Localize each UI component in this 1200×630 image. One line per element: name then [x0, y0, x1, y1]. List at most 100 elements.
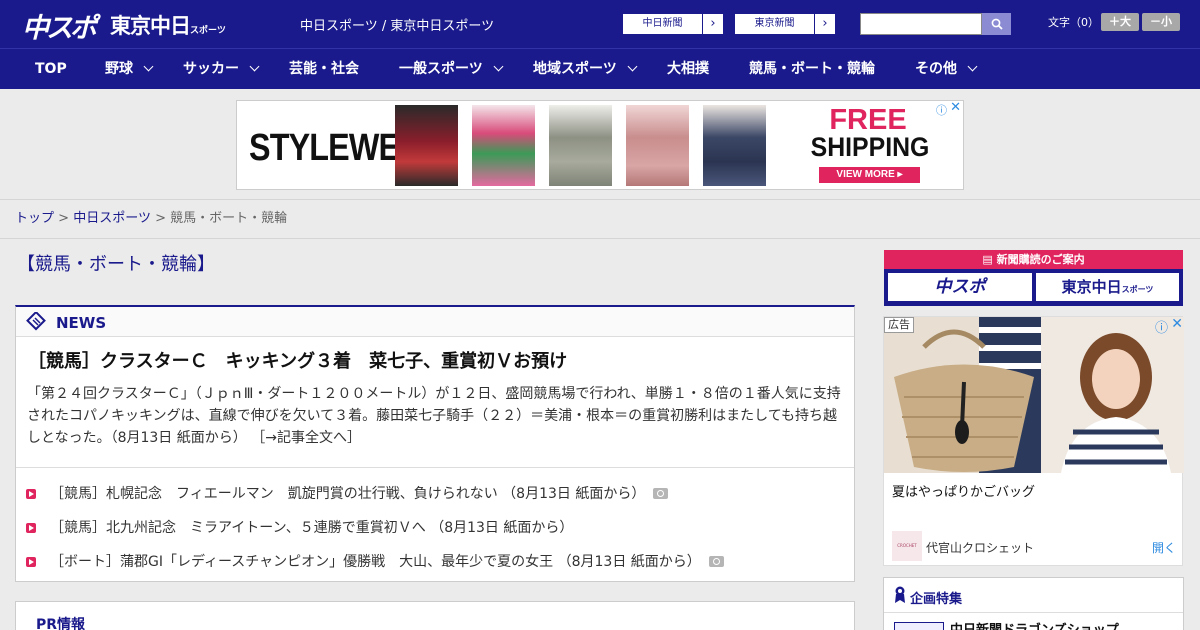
feature-section: 企画特集 中日新聞ドラゴンズショップ: [883, 577, 1184, 630]
camera-icon: [708, 556, 724, 567]
feature-thumbnail[interactable]: [894, 622, 944, 630]
breadcrumb-separator: >: [58, 211, 70, 226]
ad-headline-shipping: SHIPPING: [810, 132, 930, 162]
tokyo-shimbun-label: 東京新聞: [735, 14, 815, 34]
breadcrumb-chuspo-link[interactable]: 中日スポーツ: [73, 211, 151, 226]
news-item-title: ［競馬］北九州記念 ミラアイトーン、５連勝で重賞初Ｖへ （8月13日 紙面から）: [50, 520, 574, 536]
nav-item-label: 芸能・社会: [289, 61, 359, 77]
play-bullet-icon: [26, 489, 36, 499]
top-ad-banner[interactable]: STYLEWE FREE SHIPPING VIEW MORE ▸ ⓘ ✕: [236, 100, 964, 190]
advertiser-name: 代官山クロシェット: [926, 541, 1035, 555]
sidebar-ad-headline: 夏はやっぱりかごバッグ: [892, 485, 1036, 500]
news-list-item[interactable]: ［ボート］蒲郡GI「レディースチャンピオン」優勝戦 大山、最年少で夏の女王 （8…: [26, 551, 724, 573]
top-ad-area: STYLEWE FREE SHIPPING VIEW MORE ▸ ⓘ ✕: [0, 89, 1200, 200]
search-icon: [991, 18, 1003, 30]
nav-item-baseball[interactable]: 野球: [105, 49, 154, 90]
news-heading: NEWS: [56, 314, 107, 332]
chevron-right-icon: ›: [822, 16, 828, 31]
nav-item-other[interactable]: その他: [915, 49, 978, 90]
advertiser-logo: CROCHET: [892, 531, 922, 561]
search-input[interactable]: [860, 13, 982, 35]
ad-open-button[interactable]: 開く: [1152, 539, 1176, 556]
read-full-article-link[interactable]: ［→記事全文へ］: [251, 430, 361, 446]
feature-header: 企画特集: [884, 578, 1183, 613]
nav-item-label: その他: [915, 61, 957, 77]
lead-article-body: 「第２４回クラスターＣ」（ＪｐｎⅢ・ダート１２００メートル）が１２日、盛岡競馬場…: [27, 383, 847, 449]
subscription-heading-text: 新聞購読のご案内: [996, 253, 1085, 266]
font-smaller-button[interactable]: －小: [1142, 13, 1180, 31]
camera-icon: [653, 488, 669, 499]
chevron-down-icon: [627, 61, 638, 72]
newspaper-icon: ▤: [982, 253, 997, 266]
news-section: NEWS ［競馬］クラスターＣ キッキング３着 菜七子、重賞初Ｖお預け 「第２４…: [15, 305, 855, 582]
nav-item-general-sports[interactable]: 一般スポーツ: [399, 49, 504, 90]
pr-heading: PR情報: [36, 617, 86, 630]
news-item-title: ［ボート］蒲郡GI「レディースチャンピオン」優勝戦 大山、最年少で夏の女王 （8…: [50, 554, 701, 570]
model-illustration: [1041, 317, 1184, 473]
ad-dress-image: [472, 105, 535, 186]
play-bullet-icon: [26, 557, 36, 567]
nav-item-local-sports[interactable]: 地域スポーツ: [533, 49, 638, 90]
tokyo-shimbun-button[interactable]: 東京新聞 ›: [734, 13, 836, 35]
nav-item-sumo[interactable]: 大相撲: [667, 49, 709, 90]
ad-view-more-button[interactable]: VIEW MORE ▸: [819, 167, 920, 183]
sidebar-ad[interactable]: 広告 ⓘ ✕ 夏はやっぱりかごバッグ CROCHET 代官山クロシェット 開く: [883, 316, 1184, 566]
tokyo-chunichi-logo[interactable]: 東京中日スポーツ: [110, 10, 226, 40]
chunichi-shimbun-button[interactable]: 中日新聞 ›: [622, 13, 724, 35]
ad-brand: STYLEWE: [249, 127, 400, 169]
site-tagline: 中日スポーツ / 東京中日スポーツ: [300, 19, 495, 34]
divider: [16, 467, 854, 468]
nav-item-label: 一般スポーツ: [399, 61, 483, 77]
ad-dress-image: [626, 105, 689, 186]
ad-model-image: ⓘ ✕: [1041, 317, 1184, 473]
chevron-down-icon: [493, 61, 504, 72]
nav-item-entertainment[interactable]: 芸能・社会: [289, 49, 359, 90]
nav-item-racing[interactable]: 競馬・ボート・競輪: [749, 49, 875, 90]
pr-section: PR情報: [15, 601, 855, 630]
ad-dress-image: [549, 105, 612, 186]
nav-item-label: 野球: [105, 61, 133, 77]
ad-basket-bag-image: 広告: [884, 317, 1041, 473]
nav-item-soccer[interactable]: サッカー: [183, 49, 260, 90]
chevron-down-icon: [143, 61, 154, 72]
ad-close-icon[interactable]: ✕: [950, 100, 961, 115]
chevron-down-icon: [967, 61, 978, 72]
tokyo-chunichi-logo-text: 東京中日: [110, 14, 191, 38]
nav-item-top[interactable]: TOP: [35, 49, 67, 90]
chuspo-logo[interactable]: 中スポ: [22, 6, 97, 45]
sidebar-ad-footer: CROCHET 代官山クロシェット 開く: [892, 531, 1176, 561]
font-larger-button[interactable]: ＋大: [1101, 13, 1139, 31]
news-item-title: ［競馬］札幌記念 フィエールマン 凱旋門賞の壮行戦、負けられない （8月13日 …: [50, 486, 646, 502]
nav-item-label: サッカー: [183, 61, 239, 77]
play-bullet-icon: [26, 523, 36, 533]
subscription-banner[interactable]: ▤ 新聞購読のご案内 中スポ 東京中日スポーツ: [884, 250, 1183, 306]
ad-info-icon[interactable]: ⓘ: [936, 102, 947, 118]
ad-label: 広告: [884, 317, 914, 333]
ad-close-icon[interactable]: ✕: [1171, 317, 1183, 332]
newspaper-icon: [26, 312, 46, 331]
main-nav: TOP 野球 サッカー 芸能・社会 一般スポーツ 地域スポーツ 大相撲 競馬・ボ…: [0, 48, 1200, 89]
ad-dress-image: [703, 105, 766, 186]
site-header: 中スポ 東京中日スポーツ 中日スポーツ / 東京中日スポーツ 中日新聞 › 東京…: [0, 0, 1200, 48]
breadcrumb-current: 競馬・ボート・競輪: [170, 211, 288, 226]
breadcrumb: トップ > 中日スポーツ > 競馬・ボート・競輪: [0, 200, 1200, 239]
search-button[interactable]: [982, 13, 1011, 35]
feature-heading: 企画特集: [910, 592, 963, 607]
breadcrumb-home-link[interactable]: トップ: [15, 211, 54, 226]
nav-item-label: 大相撲: [667, 61, 709, 77]
ribbon-icon: [895, 586, 905, 603]
page-title: 【競馬・ボート・競輪】: [17, 254, 215, 275]
news-list-item[interactable]: ［競馬］札幌記念 フィエールマン 凱旋門賞の壮行戦、負けられない （8月13日 …: [26, 483, 669, 505]
lead-article-text: 「第２４回クラスターＣ」（ＪｐｎⅢ・ダート１２００メートル）が１２日、盛岡競馬場…: [27, 386, 841, 446]
basket-bag-illustration: [884, 317, 1041, 473]
subscription-tokyo-logo[interactable]: 東京中日スポーツ: [1036, 273, 1179, 301]
lead-article-title[interactable]: ［競馬］クラスターＣ キッキング３着 菜七子、重賞初Ｖお預け: [28, 347, 567, 373]
news-header: NEWS: [16, 307, 854, 337]
subscription-heading: ▤ 新聞購読のご案内: [884, 250, 1183, 269]
subscription-tokyo-logo-sub: スポーツ: [1121, 285, 1154, 294]
subscription-chuspo-logo[interactable]: 中スポ: [888, 273, 1032, 301]
news-list-item[interactable]: ［競馬］北九州記念 ミラアイトーン、５連勝で重賞初Ｖへ （8月13日 紙面から）: [26, 517, 573, 539]
feature-item-title[interactable]: 中日新聞ドラゴンズショップ: [950, 619, 1119, 630]
ad-info-icon[interactable]: ⓘ: [1155, 317, 1168, 336]
chevron-down-icon: [249, 61, 260, 72]
